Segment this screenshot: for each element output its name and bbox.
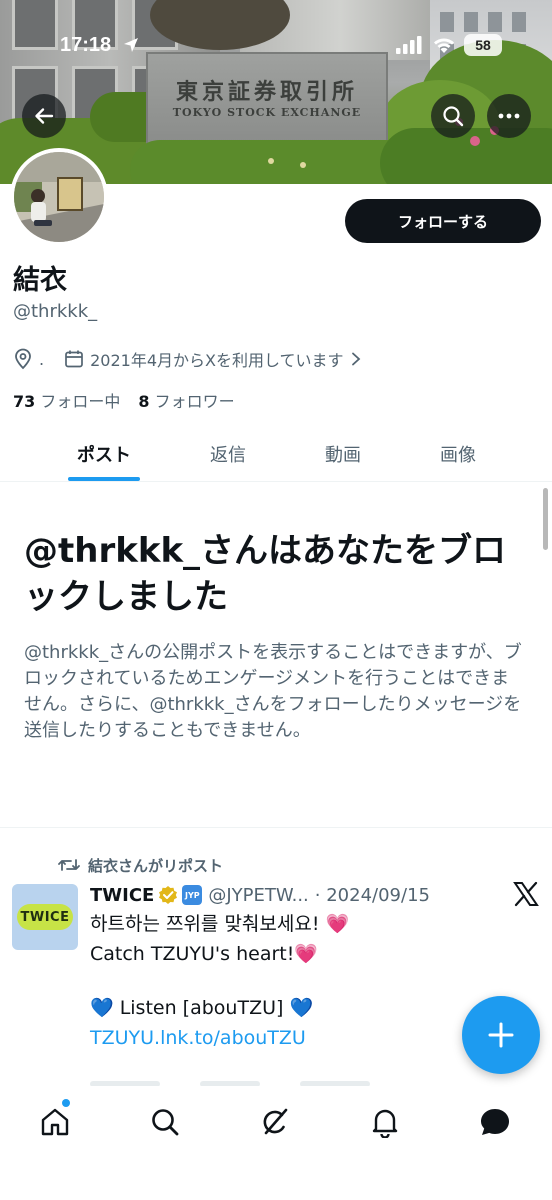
profile-handle: @thrkkk_ (13, 301, 98, 322)
following-count: 73 (13, 392, 36, 411)
tab-replies[interactable]: 返信 (172, 426, 284, 482)
follow-button[interactable]: フォローする (345, 199, 541, 243)
scrollbar[interactable] (543, 488, 548, 550)
post-author-handle[interactable]: @JYPETW... (208, 885, 308, 906)
followers-count: 8 (138, 392, 150, 411)
post-date[interactable]: · 2024/09/15 (315, 885, 430, 906)
divider (0, 827, 552, 828)
sign-subtitle: TOKYO STOCK EXCHANGE (172, 106, 362, 119)
chevron-right-icon[interactable] (351, 352, 361, 366)
post-text-line-2: Catch TZUYU's heart!💗 (90, 943, 318, 965)
more-icon (498, 113, 520, 119)
post-author-avatar[interactable]: TWICE (12, 884, 78, 950)
status-time: 17:18 (60, 34, 112, 56)
blocked-description: @thrkkk_さんの公開ポストを表示することはできますが、ブロックされているた… (24, 642, 522, 741)
avatar-photo (14, 152, 104, 242)
affiliate-badge: JYP (182, 885, 203, 905)
messages-icon (481, 1109, 509, 1135)
tab-videos[interactable]: 動画 (287, 426, 399, 482)
nav-messages[interactable] (475, 1102, 515, 1142)
tab-images[interactable]: 画像 (402, 426, 514, 482)
post-link[interactable]: TZUYU.lnk.to/abouTZU (90, 1024, 306, 1052)
post-text-line-3: 💙 Listen [abouTZU] 💙 (90, 997, 314, 1019)
active-tab-indicator (68, 477, 140, 481)
nav-grok[interactable] (255, 1102, 295, 1142)
profile-meta: . 2021年4月からXを利用しています (13, 346, 361, 372)
followers-link[interactable]: 8 フォロワー (138, 388, 234, 412)
post-author-name[interactable]: TWICE (90, 885, 154, 906)
banner-search-button[interactable] (431, 94, 475, 138)
bottom-navigation (0, 1088, 552, 1200)
location-pin-icon (15, 348, 31, 370)
followers-label: フォロワー (154, 392, 235, 411)
avatar-logo-text: TWICE (17, 904, 73, 930)
search-icon (443, 106, 464, 127)
back-arrow-icon (35, 108, 54, 124)
cellular-signal-icon (396, 36, 422, 54)
display-name: 結衣 (13, 265, 67, 296)
nav-home[interactable] (35, 1102, 75, 1142)
search-icon (152, 1109, 179, 1136)
profile-avatar[interactable] (10, 148, 108, 246)
follow-counts: 73 フォロー中 8 フォロワー (13, 388, 235, 412)
following-label: フォロー中 (40, 392, 121, 411)
repost-icon (58, 859, 80, 871)
location-text: . (39, 349, 45, 369)
compose-button[interactable] (462, 996, 540, 1074)
nav-search[interactable] (145, 1102, 185, 1142)
post-actions-faded (90, 1072, 490, 1086)
exchange-sign: 東京証券取引所 TOKYO STOCK EXCHANGE (146, 52, 388, 148)
home-icon (41, 1108, 69, 1136)
joined-date[interactable]: 2021年4月からXを利用しています (90, 347, 343, 371)
following-link[interactable]: 73 フォロー中 (13, 388, 120, 412)
battery-indicator: 58 (464, 34, 502, 56)
sign-title: 東京証券取引所 (175, 79, 358, 105)
wifi-icon (434, 38, 454, 53)
blocked-title: @thrkkk_さんはあなたをブロックしました (24, 531, 507, 617)
calendar-icon (65, 350, 83, 368)
notifications-icon (372, 1109, 398, 1138)
back-button[interactable] (22, 94, 66, 138)
x-logo-icon (513, 881, 539, 907)
more-options-button[interactable] (487, 94, 531, 138)
plus-icon (488, 1022, 514, 1048)
post-header: TWICE JYP @JYPETW... · 2024/09/15 (90, 882, 430, 908)
tab-posts[interactable]: ポスト (48, 426, 160, 482)
battery-level: 58 (475, 37, 491, 53)
verified-badge-icon (159, 886, 178, 904)
location-arrow-icon (124, 38, 138, 52)
home-unread-dot (62, 1099, 70, 1107)
grok-icon (263, 1108, 288, 1135)
profile-tabs: ポスト 返信 動画 画像 (0, 426, 552, 482)
nav-notifications[interactable] (365, 1102, 405, 1142)
post-text-line-1: 하트하는 쯔위를 맞춰보세요! 💗 (90, 913, 350, 935)
repost-label[interactable]: 結衣さんがリポスト (88, 855, 223, 876)
repost-indicator: 結衣さんがリポスト (58, 854, 223, 876)
